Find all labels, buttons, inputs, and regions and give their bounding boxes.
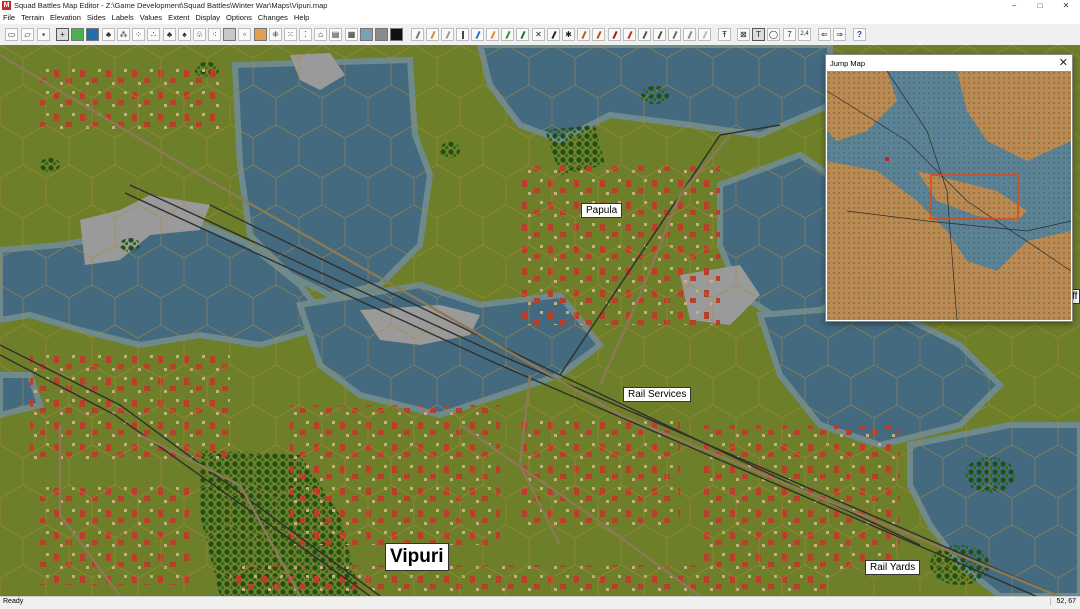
open-folder-icon[interactable]: ▱ — [21, 28, 34, 41]
canal-icon[interactable] — [653, 28, 666, 41]
light-woods-icon[interactable]: ⁖ — [208, 28, 221, 41]
menu-display[interactable]: Display — [192, 12, 223, 24]
barbed-wire-icon[interactable]: ✱ — [562, 28, 575, 41]
map-label-papula[interactable]: Papula — [581, 203, 623, 218]
house-icon[interactable]: ⌂ — [314, 28, 327, 41]
menu-labels[interactable]: Labels — [109, 12, 137, 24]
status-bar: Ready 52, 67 — [0, 596, 1080, 609]
jump-map-svg[interactable] — [827, 71, 1071, 320]
field-terrain-icon[interactable] — [254, 28, 267, 41]
menu-terrain[interactable]: Terrain — [18, 12, 47, 24]
forest-dense-icon[interactable]: ♣ — [102, 28, 115, 41]
rough-terrain-icon[interactable] — [223, 28, 236, 41]
wire-icon[interactable] — [638, 28, 651, 41]
help-icon[interactable]: ? — [853, 28, 866, 41]
hex-grid-icon[interactable]: ⊠ — [737, 28, 750, 41]
map-label-rail-services[interactable]: Rail Services — [623, 387, 692, 402]
toolbar: ▭ ▱ ▪ + ♣ ⁂ ⁘ ∴ ♣ ♠ ♧ ⁖ ▫ ⁜ ⁙ ⁚ ⌂ ▤ ▦ ✕ … — [0, 25, 1080, 46]
twofour-button[interactable]: 2,4 — [798, 28, 811, 41]
bridge-icon[interactable]: ✕ — [532, 28, 545, 41]
arrow-right-icon[interactable]: ⇒ — [833, 28, 846, 41]
black-terrain-icon[interactable] — [390, 28, 403, 41]
orchard-icon[interactable]: ⁂ — [117, 28, 130, 41]
map-label-vipuri[interactable]: Vipuri — [385, 543, 449, 571]
jump-map-overview[interactable] — [827, 71, 1071, 320]
cliff-icon[interactable] — [577, 28, 590, 41]
power-line-icon[interactable] — [668, 28, 681, 41]
road-path-icon[interactable] — [411, 28, 424, 41]
marsh-icon[interactable]: ⁙ — [284, 28, 297, 41]
menu-elevation[interactable]: Elevation — [47, 12, 84, 24]
menu-changes[interactable]: Changes — [255, 12, 291, 24]
tree-icon[interactable]: ♣ — [163, 28, 176, 41]
hedge-icon[interactable] — [486, 28, 499, 41]
menu-bar: File Terrain Elevation Sides Labels Values Ext… — [0, 12, 1080, 24]
map-label-rail-yards[interactable]: Rail Yards — [865, 560, 921, 575]
track-icon[interactable] — [441, 28, 454, 41]
wall-icon[interactable] — [501, 28, 514, 41]
ice-terrain-icon[interactable] — [360, 28, 373, 41]
jump-map-title: Jump Map — [830, 59, 866, 68]
elevation-icon[interactable]: Ŧ — [718, 28, 731, 41]
woods-icon[interactable]: ♠ — [178, 28, 191, 41]
status-coordinates: 52, 67 — [1049, 598, 1076, 605]
close-button[interactable]: ✕ — [1052, 0, 1080, 12]
bush-icon[interactable]: ♧ — [193, 28, 206, 41]
maximize-button[interactable]: □ — [1026, 0, 1054, 12]
railroad-icon[interactable] — [547, 28, 560, 41]
urban-terrain-icon[interactable] — [375, 28, 388, 41]
window-title: Squad Battles Map Editor - Z:\Game Devel… — [14, 1, 328, 10]
app-icon[interactable]: M — [2, 1, 11, 10]
gully-icon[interactable] — [608, 28, 621, 41]
save-icon[interactable]: ▪ — [37, 28, 50, 41]
building-icon[interactable]: ▤ — [329, 28, 342, 41]
fence-icon[interactable] — [516, 28, 529, 41]
scrub-icon[interactable]: ∴ — [147, 28, 160, 41]
stream-icon[interactable] — [471, 28, 484, 41]
status-text: Ready — [3, 598, 24, 605]
water-terrain-icon[interactable] — [86, 28, 99, 41]
jump-forest-texture — [827, 71, 1071, 320]
brush-icon[interactable]: ⁘ — [132, 28, 145, 41]
trench-icon[interactable] — [623, 28, 636, 41]
minimize-button[interactable]: – — [1000, 0, 1028, 12]
crosshair-icon[interactable]: + — [56, 28, 69, 41]
title-bar: M Squad Battles Map Editor - Z:\Game Dev… — [0, 0, 1080, 12]
jump-map-marker — [885, 157, 889, 161]
new-file-icon[interactable]: ▭ — [5, 28, 18, 41]
swamp-icon[interactable]: ⁚ — [299, 28, 312, 41]
menu-sides[interactable]: Sides — [84, 12, 109, 24]
eraser-icon[interactable] — [698, 28, 711, 41]
text-tool-icon[interactable]: T — [752, 28, 765, 41]
pipeline-icon[interactable] — [683, 28, 696, 41]
trail-icon[interactable] — [426, 28, 439, 41]
crop-icon[interactable]: ⁜ — [269, 28, 282, 41]
grass-terrain-icon[interactable] — [71, 28, 84, 41]
menu-file[interactable]: File — [0, 12, 18, 24]
jump-map-window[interactable]: Jump Map ✕ — [825, 54, 1073, 322]
stone-building-icon[interactable]: ▦ — [345, 28, 358, 41]
divider-icon[interactable] — [456, 28, 469, 41]
circle-tool-icon[interactable]: ◯ — [767, 28, 780, 41]
menu-extent[interactable]: Extent — [165, 12, 192, 24]
menu-values[interactable]: Values — [137, 12, 165, 24]
menu-options[interactable]: Options — [223, 12, 255, 24]
ridge-icon[interactable] — [592, 28, 605, 41]
jump-map-close-icon[interactable]: ✕ — [1059, 56, 1068, 69]
boulder-icon[interactable]: ▫ — [238, 28, 251, 41]
seven-button[interactable]: 7 — [783, 28, 796, 41]
arrow-left-icon[interactable]: ⇐ — [818, 28, 831, 41]
menu-help[interactable]: Help — [291, 12, 312, 24]
